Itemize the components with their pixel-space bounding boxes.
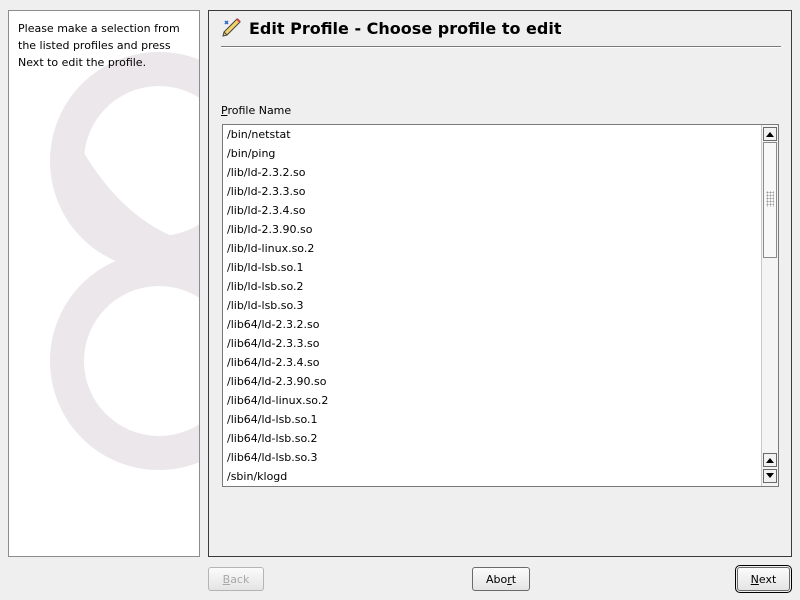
list-item[interactable]: /lib/ld-lsb.so.1 <box>223 258 760 277</box>
list-item[interactable]: /lib/ld-2.3.3.so <box>223 182 760 201</box>
suse-watermark-icon <box>50 52 199 470</box>
arrow-up-icon <box>766 458 774 463</box>
list-item[interactable]: /lib/ld-2.3.4.so <box>223 201 760 220</box>
list-item[interactable]: /bin/ping <box>223 144 760 163</box>
profile-list[interactable]: /bin/netstat/bin/ping/lib/ld-2.3.2.so/li… <box>223 125 760 486</box>
list-item[interactable]: /bin/netstat <box>223 125 760 144</box>
edit-pencil-icon <box>222 18 241 37</box>
next-label: ext <box>758 572 777 586</box>
title-divider <box>221 46 781 48</box>
list-item[interactable]: /lib64/ld-lsb.so.2 <box>223 429 760 448</box>
arrow-down-icon <box>766 473 774 478</box>
label-rest: rofile Name <box>227 104 292 117</box>
list-item[interactable]: /lib64/ld-2.3.3.so <box>223 334 760 353</box>
list-item[interactable]: /lib64/ld-2.3.2.so <box>223 315 760 334</box>
main-panel: Edit Profile - Choose profile to edit Pr… <box>208 10 792 557</box>
profile-listbox[interactable]: /bin/netstat/bin/ping/lib/ld-2.3.2.so/li… <box>222 124 779 487</box>
abort-label-post: t <box>511 572 517 586</box>
vertical-scrollbar[interactable] <box>761 125 778 486</box>
list-item[interactable]: /lib64/ld-2.3.4.so <box>223 353 760 372</box>
list-item[interactable]: /lib64/ld-lsb.so.1 <box>223 410 760 429</box>
list-item[interactable]: /lib64/ld-lsb.so.3 <box>223 448 760 467</box>
list-item[interactable]: /lib/ld-2.3.2.so <box>223 163 760 182</box>
list-item[interactable]: /sbin/klogd <box>223 467 760 486</box>
title-row: Edit Profile - Choose profile to edit <box>221 15 561 41</box>
list-item[interactable]: /lib/ld-lsb.so.2 <box>223 277 760 296</box>
arrow-up-icon <box>766 132 774 137</box>
help-panel: Please make a selection from the listed … <box>8 10 200 557</box>
abort-label-pre: Abo <box>485 572 508 586</box>
scrollbar-thumb[interactable] <box>763 142 777 258</box>
thumb-grip-icon <box>766 191 774 207</box>
help-text: Please make a selection from the listed … <box>18 22 180 69</box>
back-button[interactable]: Back <box>208 567 264 591</box>
next-mnemonic: N <box>750 572 759 586</box>
list-item[interactable]: /lib/ld-linux.so.2 <box>223 239 760 258</box>
scroll-down-button[interactable] <box>763 469 777 483</box>
list-item[interactable]: /lib/ld-2.3.90.so <box>223 220 760 239</box>
back-label: ack <box>230 572 250 586</box>
next-button[interactable]: Next <box>735 565 792 593</box>
list-item[interactable]: /lib64/ld-linux.so.2 <box>223 391 760 410</box>
abort-button[interactable]: Abo r t <box>472 567 530 591</box>
page-title: Edit Profile - Choose profile to edit <box>249 18 562 38</box>
list-item[interactable]: /lib64/ld-2.3.90.so <box>223 372 760 391</box>
profile-name-label: Profile Name <box>221 104 291 117</box>
back-mnemonic: B <box>222 572 231 586</box>
scroll-up-button[interactable] <box>763 127 777 141</box>
scroll-up-button-secondary[interactable] <box>763 453 777 467</box>
list-item[interactable]: /lib/ld-lsb.so.3 <box>223 296 760 315</box>
